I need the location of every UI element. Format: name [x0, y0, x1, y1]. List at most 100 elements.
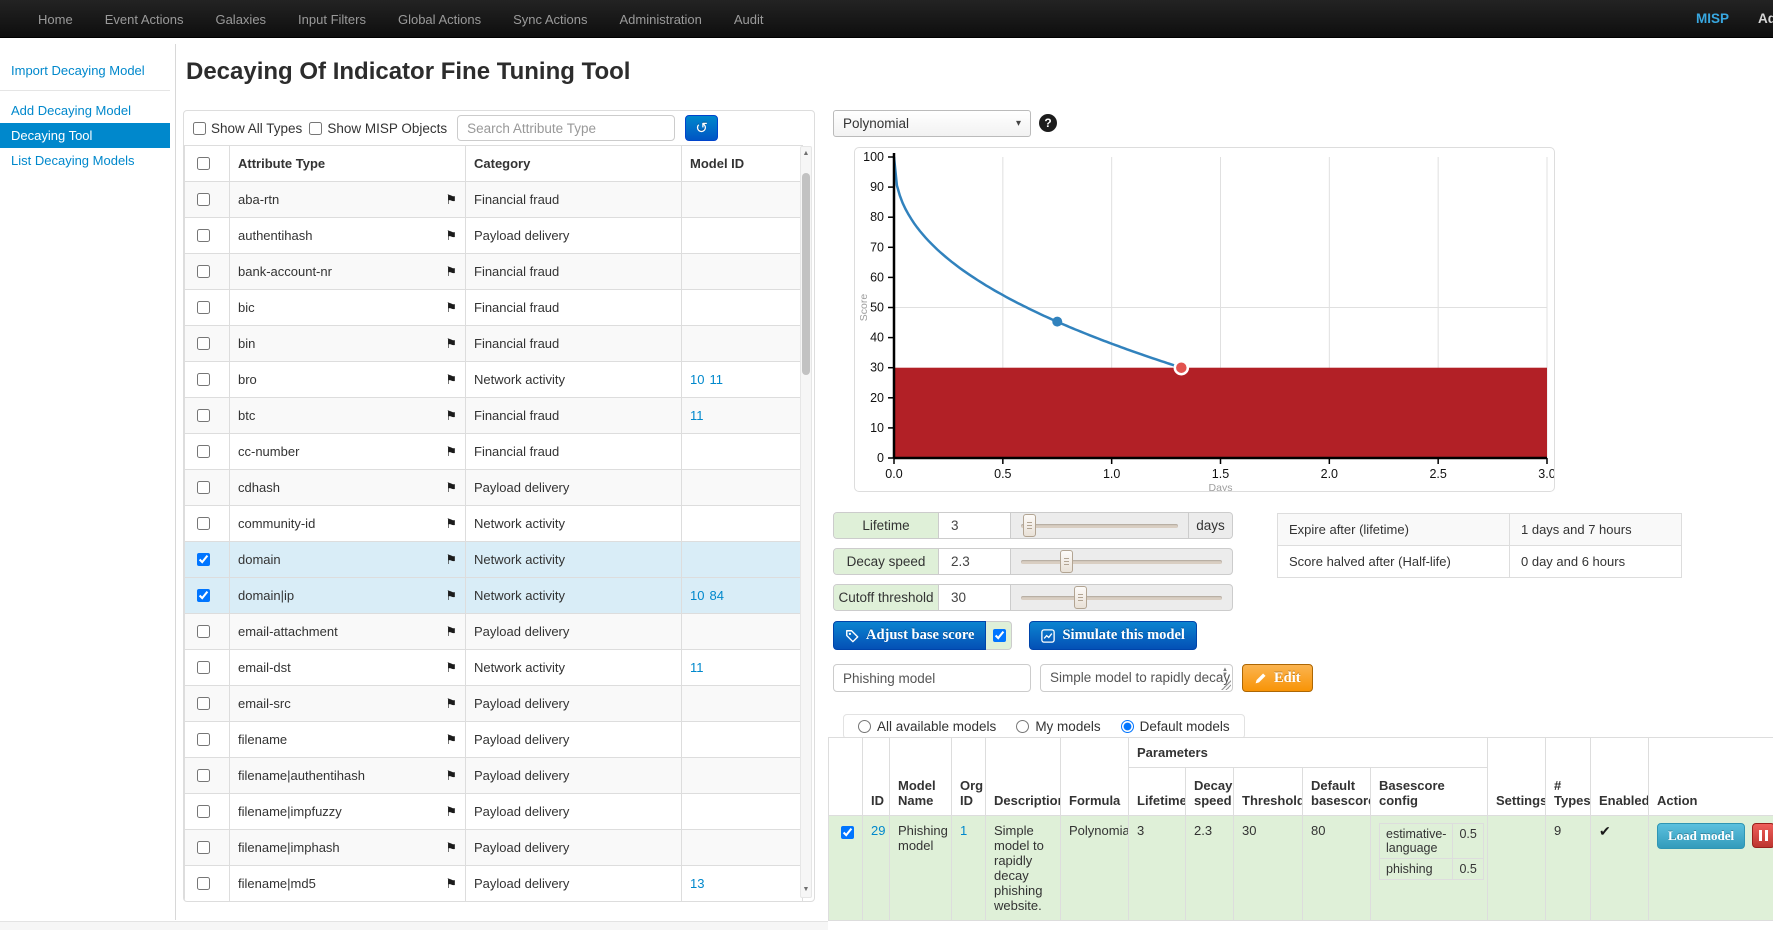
- slider-value-input[interactable]: [939, 513, 1011, 538]
- table-scrollbar[interactable]: ▲ ▼: [800, 146, 812, 898]
- pause-model-button[interactable]: [1752, 823, 1773, 848]
- model-filter-option[interactable]: My models: [1016, 719, 1100, 734]
- table-row: domain|ip⚑Network activity1084: [185, 578, 803, 614]
- show-all-types-option[interactable]: Show All Types: [193, 121, 302, 136]
- row-checkbox[interactable]: [197, 193, 210, 206]
- row-checkbox[interactable]: [197, 301, 210, 314]
- slider-handle[interactable]: [1074, 586, 1087, 609]
- table-row: bic⚑Financial fraud: [185, 290, 803, 326]
- textarea-resize-grip-icon[interactable]: [1221, 680, 1231, 690]
- row-checkbox[interactable]: [197, 481, 210, 494]
- row-checkbox[interactable]: [197, 553, 210, 566]
- adjust-base-score-checkbox[interactable]: [993, 629, 1006, 642]
- row-checkbox[interactable]: [197, 517, 210, 530]
- scroll-up-icon[interactable]: ▲: [801, 148, 811, 160]
- nav-item[interactable]: Input Filters: [282, 12, 382, 27]
- org-id-link[interactable]: 1: [960, 823, 967, 838]
- adjust-base-score-button[interactable]: Adjust base score: [833, 621, 986, 650]
- sidebar-item[interactable]: List Decaying Models: [0, 148, 170, 173]
- row-checkbox[interactable]: [197, 697, 210, 710]
- row-checkbox-cell: [185, 830, 230, 866]
- slider-value-input[interactable]: [939, 549, 1011, 574]
- model-filter-radio[interactable]: [1121, 720, 1134, 733]
- simulate-model-button[interactable]: Simulate this model: [1029, 621, 1196, 650]
- textarea-scroll-arrows-icon[interactable]: ▲▼: [1222, 668, 1228, 678]
- show-all-types-checkbox[interactable]: [193, 122, 206, 135]
- basescore-config-row: estimative-language0.5: [1380, 824, 1484, 859]
- model-checkbox[interactable]: [841, 826, 854, 839]
- model-filter-option[interactable]: All available models: [858, 719, 996, 734]
- flag-icon: ⚑: [445, 841, 457, 854]
- nav-item[interactable]: Global Actions: [382, 12, 497, 27]
- row-checkbox[interactable]: [197, 589, 210, 602]
- nav-item[interactable]: Audit: [718, 12, 780, 27]
- row-checkbox[interactable]: [197, 841, 210, 854]
- sidebar-item[interactable]: Import Decaying Model: [0, 58, 170, 83]
- select-all-checkbox[interactable]: [197, 157, 210, 170]
- row-checkbox[interactable]: [197, 409, 210, 422]
- model-id-link[interactable]: 10: [690, 588, 704, 603]
- show-misp-objects-checkbox[interactable]: [309, 122, 322, 135]
- slider-track-area[interactable]: [1011, 513, 1188, 538]
- row-checkbox[interactable]: [197, 337, 210, 350]
- row-checkbox[interactable]: [197, 805, 210, 818]
- lifetime-cell: 3: [1129, 816, 1186, 921]
- table-row: email-dst⚑Network activity11: [185, 650, 803, 686]
- load-model-button[interactable]: Load model: [1657, 823, 1745, 849]
- slider-track-area[interactable]: [1011, 549, 1232, 574]
- edit-model-button[interactable]: Edit: [1242, 664, 1313, 692]
- scroll-down-icon[interactable]: ▼: [801, 884, 811, 896]
- svg-text:3.0: 3.0: [1538, 467, 1554, 481]
- row-checkbox[interactable]: [197, 877, 210, 890]
- row-checkbox[interactable]: [197, 769, 210, 782]
- row-checkbox[interactable]: [197, 373, 210, 386]
- model-id-link[interactable]: 13: [690, 876, 704, 891]
- taxonomy-weight: 0.5: [1453, 824, 1483, 859]
- model-description-textarea[interactable]: Simple model to rapidly decay ▲▼: [1040, 664, 1233, 692]
- nav-item[interactable]: Administration: [604, 12, 718, 27]
- model-id-link[interactable]: 11: [690, 408, 704, 423]
- sidebar-item[interactable]: Decaying Tool: [0, 123, 170, 148]
- navbar-right-user[interactable]: Ad: [1758, 0, 1773, 38]
- model-id-link[interactable]: 11: [690, 660, 704, 675]
- sidebar-item[interactable]: Add Decaying Model: [0, 98, 170, 123]
- nav-item[interactable]: Event Actions: [89, 12, 200, 27]
- slider-handle[interactable]: [1023, 514, 1036, 537]
- flag-icon: ⚑: [445, 373, 457, 386]
- row-checkbox[interactable]: [197, 625, 210, 638]
- model-id-cell: [682, 758, 803, 794]
- table-row: bro⚑Network activity1011: [185, 362, 803, 398]
- model-row: 29Phishing model1Simple model to rapidly…: [829, 816, 1773, 921]
- model-filter-radio[interactable]: [858, 720, 871, 733]
- show-misp-objects-option[interactable]: Show MISP Objects: [309, 121, 447, 136]
- row-checkbox[interactable]: [197, 445, 210, 458]
- model-filter-option[interactable]: Default models: [1121, 719, 1230, 734]
- model-id-link[interactable]: 11: [709, 372, 723, 387]
- model-id-cell: [682, 254, 803, 290]
- model-id-cell: 29: [863, 816, 890, 921]
- scrollbar-thumb[interactable]: [802, 173, 810, 375]
- slider-track-area[interactable]: [1011, 585, 1232, 610]
- description-cell: Simple model to rapidly decay phishing w…: [986, 816, 1061, 921]
- model-id-link[interactable]: 10: [690, 372, 704, 387]
- category-cell: Financial fraud: [466, 398, 682, 434]
- model-id-link[interactable]: 84: [709, 588, 723, 603]
- row-checkbox[interactable]: [197, 733, 210, 746]
- model-name-input[interactable]: [833, 664, 1031, 692]
- model-id-link[interactable]: 29: [871, 823, 885, 838]
- model-filter-radio[interactable]: [1016, 720, 1029, 733]
- slider-handle[interactable]: [1060, 550, 1073, 573]
- nav-item[interactable]: Home: [22, 12, 89, 27]
- search-input[interactable]: [457, 115, 675, 141]
- help-icon[interactable]: ?: [1039, 114, 1057, 132]
- row-checkbox[interactable]: [197, 229, 210, 242]
- nav-item[interactable]: Galaxies: [199, 12, 282, 27]
- decay-score-chart[interactable]: 01020304050607080901000.00.51.01.52.02.5…: [855, 148, 1554, 491]
- nav-item[interactable]: Sync Actions: [497, 12, 603, 27]
- misp-brand-link[interactable]: MISP: [1696, 0, 1729, 38]
- refresh-button[interactable]: ↺: [685, 115, 718, 141]
- slider-value-input[interactable]: [939, 585, 1011, 610]
- row-checkbox[interactable]: [197, 265, 210, 278]
- formula-select[interactable]: Polynomial ▾: [833, 110, 1031, 137]
- row-checkbox[interactable]: [197, 661, 210, 674]
